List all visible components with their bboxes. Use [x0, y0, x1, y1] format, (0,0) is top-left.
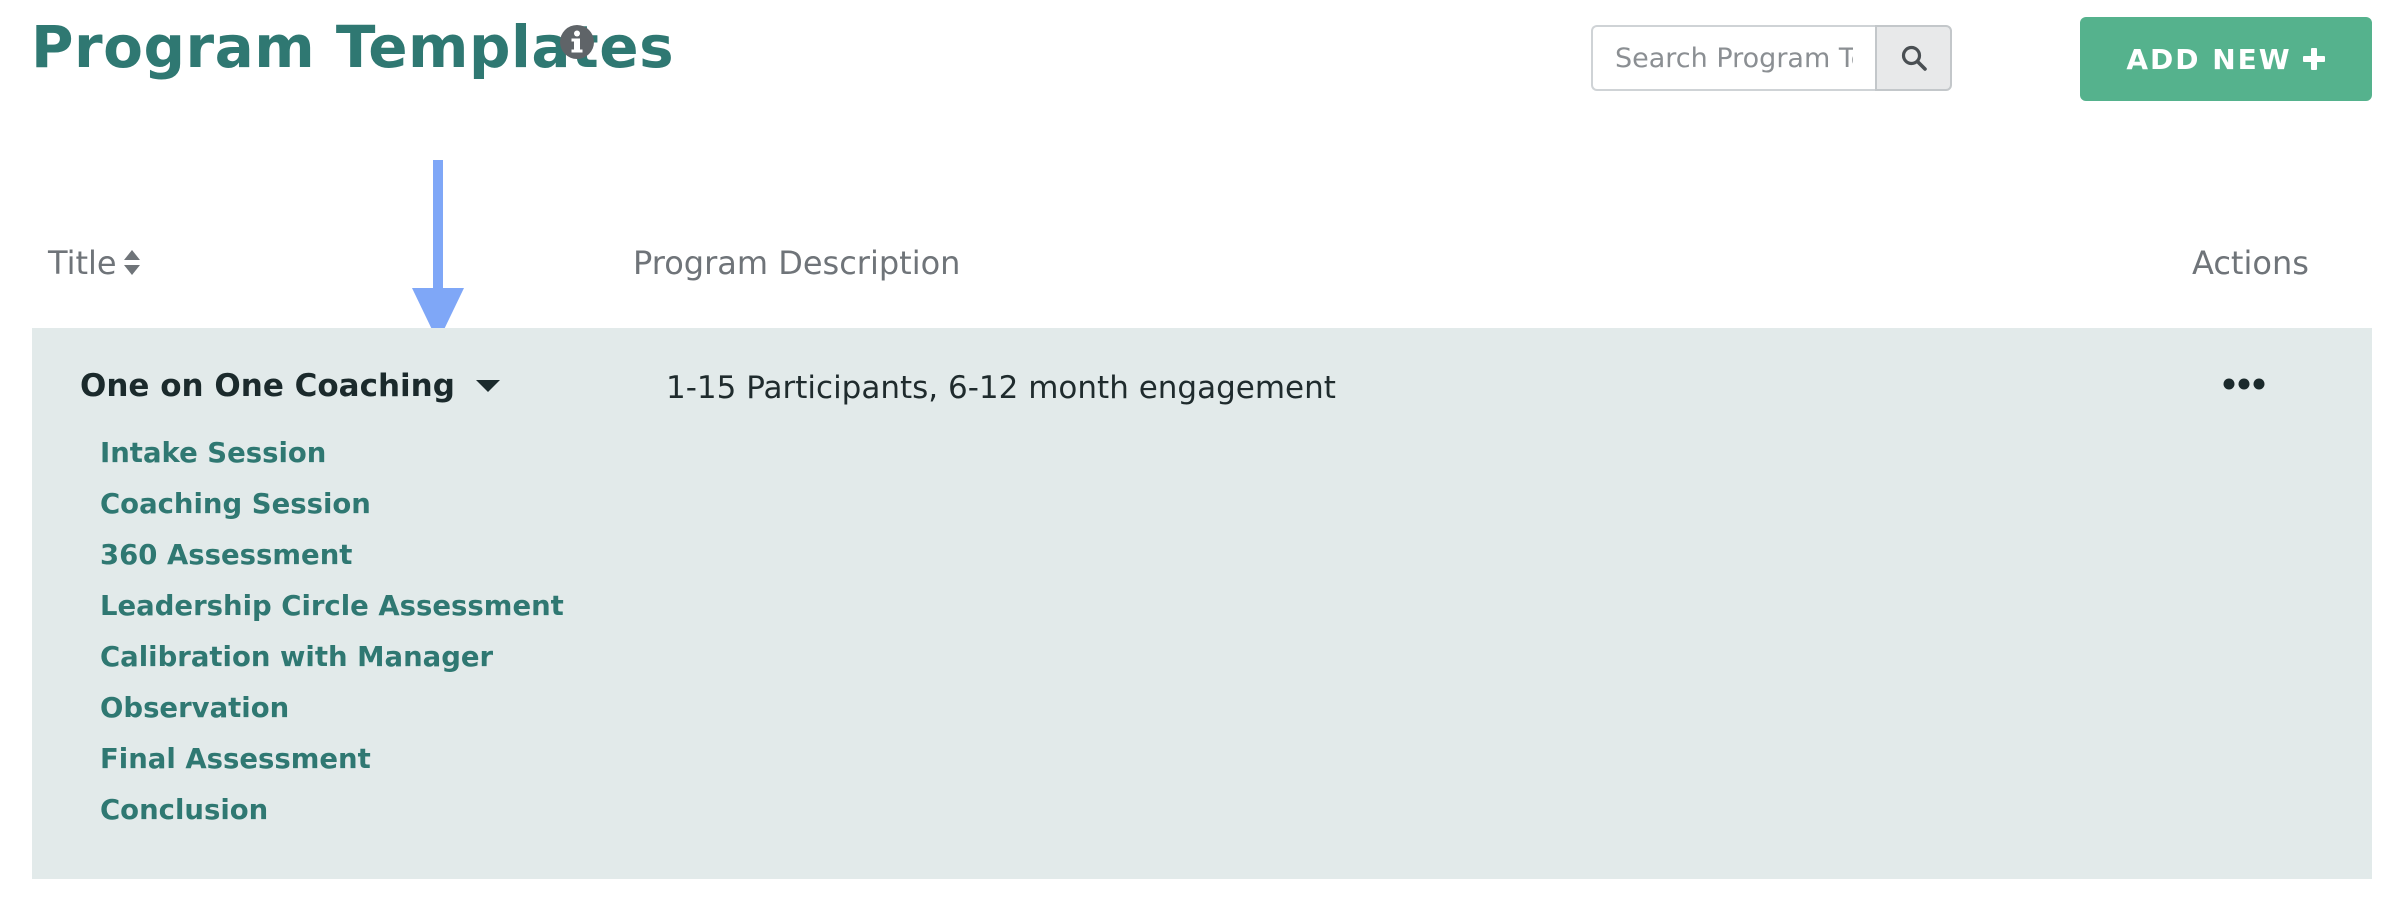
- program-title-toggle[interactable]: One on One Coaching: [80, 368, 501, 404]
- session-link[interactable]: 360 Assessment: [100, 530, 564, 581]
- more-actions-icon[interactable]: [2222, 372, 2266, 396]
- search-icon: [1901, 45, 1927, 71]
- session-link[interactable]: Observation: [100, 683, 564, 734]
- session-link[interactable]: Leadership Circle Assessment: [100, 581, 564, 632]
- session-link[interactable]: Conclusion: [100, 785, 564, 836]
- column-header-actions: Actions: [2192, 244, 2309, 282]
- session-link[interactable]: Intake Session: [100, 428, 564, 479]
- program-description: 1-15 Participants, 6-12 month engagement: [666, 370, 1336, 406]
- column-header-title[interactable]: Title: [48, 232, 141, 294]
- session-list: Intake Session Coaching Session 360 Asse…: [100, 428, 564, 836]
- search-button[interactable]: [1875, 25, 1952, 91]
- plus-icon: [2302, 48, 2325, 70]
- column-title-label: Title: [48, 244, 117, 282]
- column-header-description: Program Description: [633, 244, 961, 282]
- info-circle-icon[interactable]: [559, 24, 595, 60]
- program-templates-page: Program Templates ADD NEW Title: [0, 0, 2396, 912]
- session-link[interactable]: Calibration with Manager: [100, 632, 564, 683]
- search-input[interactable]: [1591, 25, 1875, 91]
- session-link[interactable]: Final Assessment: [100, 734, 564, 785]
- search-bar: [1591, 25, 1952, 91]
- sort-icon: [123, 250, 140, 275]
- add-new-label: ADD NEW: [2126, 42, 2292, 76]
- table-header: Title Program Description Actions: [32, 232, 2372, 294]
- program-title: One on One Coaching: [80, 368, 455, 404]
- table-row: One on One Coaching 1-15 Participants, 6…: [32, 328, 2372, 879]
- session-link[interactable]: Coaching Session: [100, 479, 564, 530]
- add-new-button[interactable]: ADD NEW: [2080, 17, 2372, 101]
- caret-down-icon: [475, 380, 500, 392]
